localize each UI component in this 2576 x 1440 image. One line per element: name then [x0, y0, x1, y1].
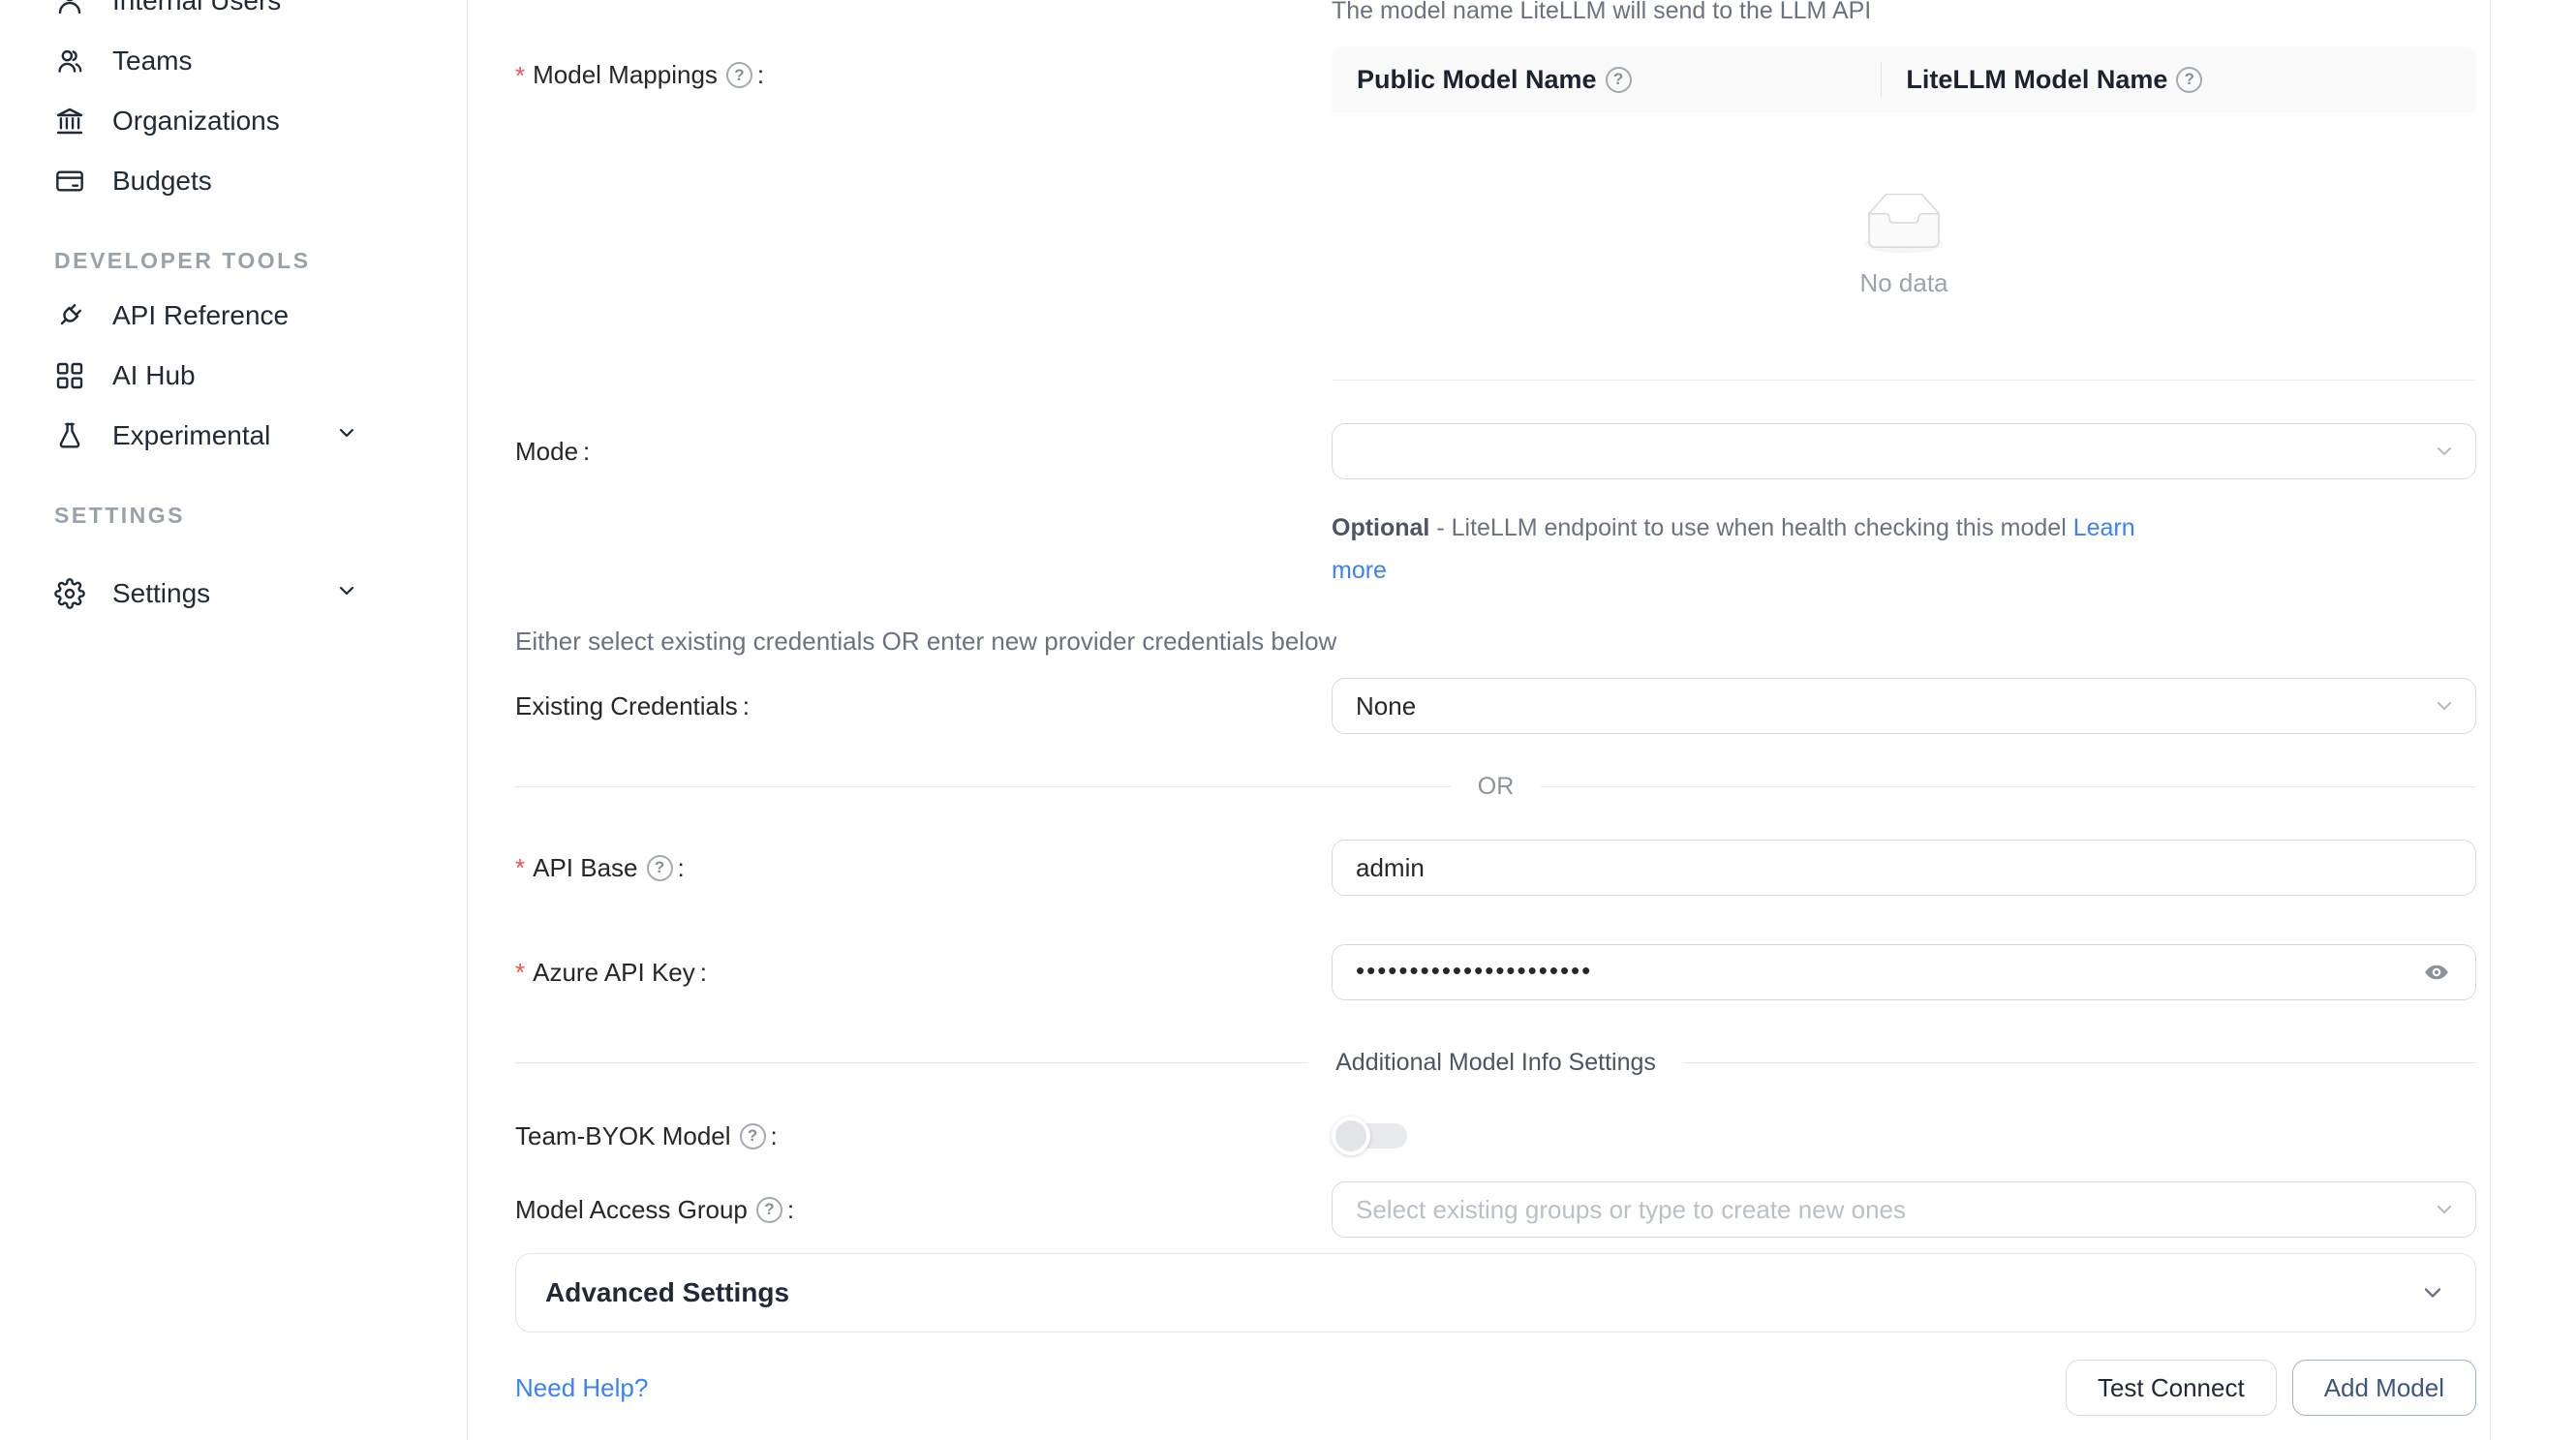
sidebar-item-budgets[interactable]: Budgets [0, 151, 467, 211]
table-empty-state: No data [1332, 112, 2476, 381]
user-icon [54, 0, 85, 16]
gear-icon [54, 578, 85, 609]
model-name-hint-row: The model name LiteLLM will send to the … [515, 0, 2476, 25]
team-byok-toggle[interactable] [1332, 1116, 1407, 1156]
toggle-knob [1332, 1117, 1370, 1155]
model-mappings-row: * Model Mappings ? : Public Model Name ?… [515, 25, 2476, 381]
required-asterisk: * [515, 960, 525, 985]
app-root: Internal Users Teams Organizations Budge… [0, 0, 2576, 1440]
api-icon [54, 300, 85, 331]
mode-hint: Optional - LiteLLM endpoint to use when … [1332, 506, 2184, 592]
sidebar-item-label: Experimental [112, 420, 270, 451]
api-base-input[interactable]: admin [1332, 840, 2476, 896]
advanced-settings-panel[interactable]: Advanced Settings [515, 1253, 2476, 1333]
credentials-note: Either select existing credentials OR en… [515, 627, 2476, 657]
team-byok-label: Team-BYOK Model ? : [515, 1121, 1332, 1151]
model-mappings-label: * Model Mappings ? : [515, 60, 1332, 90]
mode-label: Mode : [515, 437, 1332, 467]
api-base-row: * API Base ? : admin [515, 840, 2476, 896]
existing-credentials-value: None [1356, 691, 1416, 721]
flask-icon [54, 420, 85, 451]
need-help-link[interactable]: Need Help? [515, 1373, 648, 1403]
sidebar-item-experimental[interactable]: Experimental [0, 406, 467, 466]
existing-credentials-label: Existing Credentials : [515, 691, 1332, 721]
help-icon[interactable]: ? [726, 62, 752, 88]
help-icon[interactable]: ? [647, 855, 673, 881]
model-mappings-table: Public Model Name ? LiteLLM Model Name ? [1332, 46, 2476, 381]
sidebar-section-settings: SETTINGS [0, 466, 467, 540]
sidebar-item-settings[interactable]: Settings [0, 564, 467, 624]
model-access-group-row: Model Access Group ? : Select existing g… [515, 1181, 2476, 1238]
team-byok-row: Team-BYOK Model ? : [515, 1116, 2476, 1156]
azure-api-key-input[interactable]: •••••••••••••••••••••• [1332, 944, 2476, 1000]
help-icon[interactable]: ? [1606, 67, 1632, 93]
sidebar-item-label: API Reference [112, 300, 289, 331]
model-access-group-select[interactable]: Select existing groups or type to create… [1332, 1181, 2476, 1238]
masked-password-value: •••••••••••••••••••••• [1356, 956, 1592, 986]
test-connect-button[interactable]: Test Connect [2066, 1360, 2277, 1416]
column-public-model-name: Public Model Name ? [1332, 46, 1881, 112]
chevron-down-icon [2433, 440, 2456, 463]
empty-inbox-icon [1855, 194, 1952, 257]
chevron-down-icon [335, 420, 358, 451]
sidebar-item-label: Organizations [112, 106, 280, 137]
existing-credentials-select[interactable]: None [1332, 678, 2476, 734]
password-visibility-toggle[interactable] [2415, 956, 2458, 989]
credit-card-icon [54, 166, 85, 197]
help-icon[interactable]: ? [756, 1197, 782, 1223]
sidebar-item-teams[interactable]: Teams [0, 31, 467, 91]
sidebar-item-label: Teams [112, 46, 192, 77]
sidebar-item-label: AI Hub [112, 360, 196, 391]
existing-credentials-row: Existing Credentials : None [515, 678, 2476, 734]
sidebar: Internal Users Teams Organizations Budge… [0, 0, 468, 1440]
sidebar-item-ai-hub[interactable]: AI Hub [0, 346, 467, 406]
sidebar-item-label: Internal Users [112, 0, 281, 16]
form-footer: Need Help? Test Connect Add Model [515, 1360, 2476, 1416]
eye-icon [2417, 958, 2456, 987]
mode-hint-row: Optional - LiteLLM endpoint to use when … [515, 479, 2476, 592]
azure-api-key-label: * Azure API Key : [515, 958, 1332, 988]
bank-icon [54, 106, 85, 137]
model-name-hint: The model name LiteLLM will send to the … [1332, 0, 2476, 25]
or-divider: OR [515, 773, 2476, 801]
api-base-value: admin [1356, 853, 1425, 883]
table-header: Public Model Name ? LiteLLM Model Name ? [1332, 46, 2476, 112]
sidebar-item-internal-users[interactable]: Internal Users [0, 0, 467, 31]
grid-icon [54, 360, 85, 391]
add-model-button[interactable]: Add Model [2292, 1360, 2476, 1416]
chevron-down-icon [2433, 694, 2456, 718]
sidebar-item-label: Budgets [112, 166, 212, 197]
teams-icon [54, 46, 85, 77]
sidebar-item-organizations[interactable]: Organizations [0, 91, 467, 151]
mode-row: Mode : [515, 423, 2476, 479]
azure-api-key-row: * Azure API Key : •••••••••••••••••••••• [515, 944, 2476, 1000]
additional-settings-divider: Additional Model Info Settings [515, 1049, 2476, 1077]
mode-select[interactable] [1332, 423, 2476, 479]
chevron-down-icon [2419, 1279, 2446, 1306]
api-base-label: * API Base ? : [515, 853, 1332, 883]
no-data-text: No data [1859, 268, 1947, 298]
required-asterisk: * [515, 63, 525, 88]
add-model-form: The model name LiteLLM will send to the … [468, 0, 2491, 1440]
help-icon[interactable]: ? [2176, 67, 2202, 93]
column-litellm-model-name: LiteLLM Model Name ? [1881, 46, 2476, 112]
model-access-group-label: Model Access Group ? : [515, 1195, 1332, 1225]
chevron-down-icon [2433, 1198, 2456, 1221]
chevron-down-icon [335, 578, 358, 609]
advanced-settings-title: Advanced Settings [545, 1277, 789, 1308]
sidebar-section-developer-tools: DEVELOPER TOOLS [0, 211, 467, 286]
help-icon[interactable]: ? [740, 1123, 766, 1149]
sidebar-item-label: Settings [112, 578, 210, 609]
required-asterisk: * [515, 855, 525, 880]
model-access-group-placeholder: Select existing groups or type to create… [1356, 1195, 1906, 1225]
sidebar-item-api-reference[interactable]: API Reference [0, 286, 467, 346]
